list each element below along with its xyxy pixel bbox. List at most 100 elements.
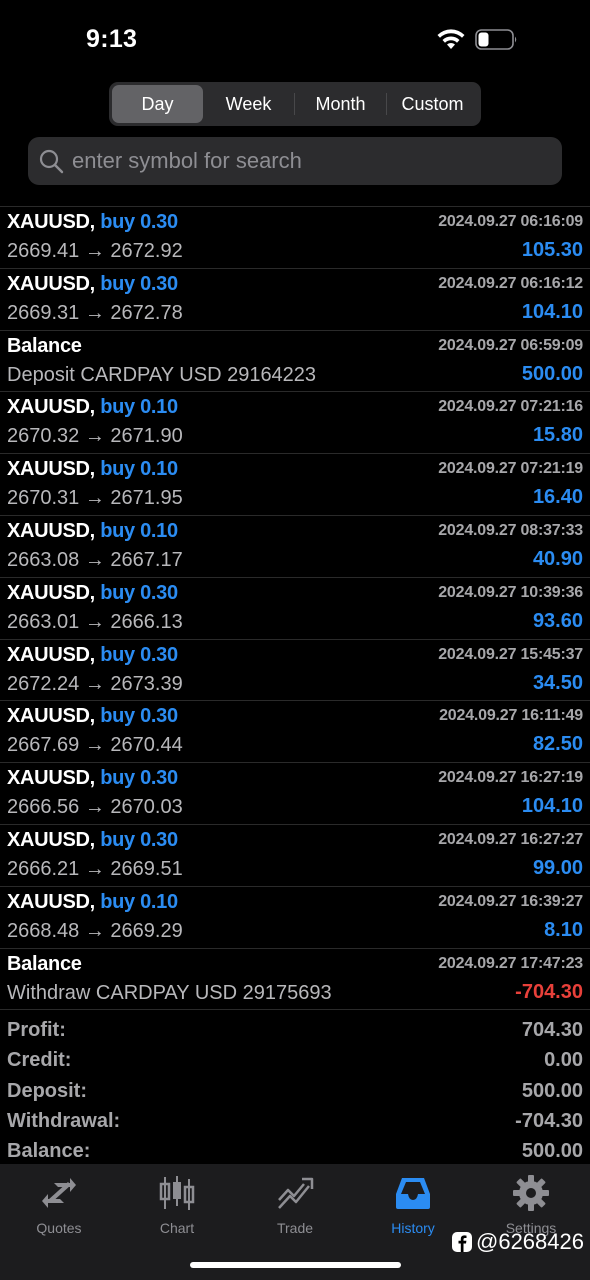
summary-value: -704.30: [515, 1109, 583, 1132]
summary-label: Balance:: [7, 1140, 91, 1163]
row-title: XAUUSD, buy 0.10: [7, 891, 178, 914]
row-title: XAUUSD, buy 0.30: [7, 705, 178, 728]
row-detail: 2670.32 → 2671.90: [7, 425, 183, 448]
history-row[interactable]: XAUUSD, buy 0.30 2024.09.27 16:27:19 266…: [0, 763, 590, 825]
summary-label: Credit:: [7, 1049, 72, 1072]
row-symbol: XAUUSD,: [7, 705, 95, 728]
row-title: XAUUSD, buy 0.10: [7, 458, 178, 481]
chart-icon: [159, 1176, 195, 1210]
segment-day[interactable]: Day: [112, 85, 203, 123]
summary-value: 500.00: [521, 1079, 583, 1102]
row-time: 2024.09.27 07:21:19: [438, 460, 583, 478]
row-title: XAUUSD, buy 0.30: [7, 829, 178, 852]
row-action: buy 0.10: [100, 519, 178, 542]
row-detail: 2672.24 → 2673.39: [7, 672, 183, 695]
status-time: 9:13: [86, 25, 138, 53]
row-symbol: XAUUSD,: [7, 643, 95, 666]
history-row[interactable]: XAUUSD, buy 0.10 2024.09.27 07:21:16 267…: [0, 392, 590, 455]
history-row[interactable]: XAUUSD, buy 0.30 2024.09.27 06:16:12 266…: [0, 269, 590, 331]
row-time: 2024.09.27 16:27:27: [438, 830, 583, 848]
tab-label: Trade: [276, 1220, 314, 1236]
history-row[interactable]: XAUUSD, buy 0.10 2024.09.27 08:37:33 266…: [0, 516, 590, 578]
history-row[interactable]: XAUUSD, buy 0.30 2024.09.27 15:45:37 267…: [0, 640, 590, 702]
row-profit: 500.00: [521, 362, 583, 385]
row-symbol: XAUUSD,: [7, 272, 95, 295]
row-profit: 82.50: [532, 733, 583, 756]
summary-profit: Profit: 704.30: [0, 1016, 590, 1046]
summary-value: 500.00: [521, 1140, 583, 1163]
row-time: 2024.09.27 08:37:33: [438, 521, 583, 539]
history-row[interactable]: XAUUSD, buy 0.30 2024.09.27 16:11:49 266…: [0, 701, 590, 764]
row-symbol: XAUUSD,: [7, 211, 95, 233]
row-symbol: XAUUSD,: [7, 890, 95, 913]
summary: Profit: 704.30 Credit: 0.00 Deposit: 500…: [0, 1016, 590, 1167]
row-action: buy 0.10: [100, 396, 178, 419]
row-detail: 2663.01 → 2666.13: [7, 610, 183, 633]
row-title: Balance: [7, 335, 82, 358]
row-profit: -704.30: [515, 980, 583, 1003]
row-profit: 34.50: [532, 671, 583, 694]
row-time: 2024.09.27 10:39:36: [438, 583, 583, 601]
history-row[interactable]: XAUUSD, buy 0.30 2024.09.27 16:27:27 266…: [0, 825, 590, 887]
history-row[interactable]: XAUUSD, buy 0.10 2024.09.27 16:39:27 266…: [0, 887, 590, 949]
status-bar: 9:13: [0, 0, 590, 80]
row-title: Balance: [7, 953, 82, 976]
history-row[interactable]: Balance 2024.09.27 06:59:09 Deposit CARD…: [0, 331, 590, 393]
search-bar: [28, 137, 562, 185]
row-title: XAUUSD, buy 0.30: [7, 211, 178, 234]
segment-week[interactable]: Week: [203, 85, 294, 123]
row-symbol: Balance: [7, 334, 82, 357]
row-title: XAUUSD, buy 0.30: [7, 767, 178, 790]
facebook-icon: [452, 1232, 472, 1252]
row-profit: 104.10: [521, 795, 583, 818]
gear-icon: [513, 1175, 549, 1211]
row-profit: 16.40: [532, 486, 583, 509]
watermark-handle: @6268426: [476, 1229, 584, 1254]
row-profit: 104.10: [521, 300, 583, 323]
row-time: 2024.09.27 16:39:27: [438, 892, 583, 910]
row-action: buy 0.30: [100, 211, 178, 233]
row-action: buy 0.30: [100, 272, 178, 295]
quotes-icon: [42, 1178, 76, 1208]
battery-icon: [475, 29, 517, 50]
summary-balance: Balance: 500.00: [0, 1137, 590, 1167]
row-detail: 2663.08 → 2667.17: [7, 548, 183, 571]
row-action: buy 0.30: [100, 767, 178, 790]
search-icon: [39, 149, 64, 174]
row-title: XAUUSD, buy 0.30: [7, 582, 178, 605]
row-action: buy 0.30: [100, 828, 178, 851]
tab-trade[interactable]: Trade: [236, 1174, 354, 1244]
row-detail: Withdraw CARDPAY USD 29175693: [7, 981, 332, 1004]
row-action: buy 0.30: [100, 643, 178, 666]
home-indicator[interactable]: [190, 1262, 401, 1268]
row-time: 2024.09.27 06:59:09: [438, 336, 583, 354]
tab-quotes[interactable]: Quotes: [0, 1174, 118, 1244]
summary-credit: Credit: 0.00: [0, 1046, 590, 1076]
history-row[interactable]: Balance 2024.09.27 17:47:23 Withdraw CAR…: [0, 949, 590, 1011]
row-detail: 2669.31 → 2672.78: [7, 301, 183, 324]
row-time: 2024.09.27 16:11:49: [439, 707, 583, 725]
row-action: buy 0.30: [100, 705, 178, 728]
row-title: XAUUSD, buy 0.30: [7, 644, 178, 667]
row-detail: 2667.69 → 2670.44: [7, 734, 183, 757]
search-input[interactable]: [72, 148, 562, 174]
summary-value: 704.30: [521, 1019, 583, 1041]
tab-chart[interactable]: Chart: [118, 1174, 236, 1244]
segment-custom[interactable]: Custom: [387, 85, 478, 123]
row-symbol: XAUUSD,: [7, 828, 95, 851]
row-detail: 2669.41 → 2672.92: [7, 240, 183, 262]
history-icon: [396, 1178, 430, 1209]
watermark: @6268426: [451, 1229, 584, 1255]
segment-month[interactable]: Month: [295, 85, 386, 123]
row-time: 2024.09.27 15:45:37: [438, 645, 583, 663]
summary-label: Profit:: [7, 1019, 66, 1041]
row-symbol: XAUUSD,: [7, 519, 95, 542]
history-row[interactable]: XAUUSD, buy 0.30 2024.09.27 10:39:36 266…: [0, 578, 590, 640]
history-row[interactable]: XAUUSD, buy 0.30 2024.09.27 06:16:09 266…: [0, 207, 590, 269]
row-profit: 105.30: [521, 239, 583, 261]
row-symbol: XAUUSD,: [7, 767, 95, 790]
history-list: XAUUSD, buy 0.30 2024.09.27 06:16:09 266…: [0, 206, 590, 1011]
summary-deposit: Deposit: 500.00: [0, 1077, 590, 1107]
history-row[interactable]: XAUUSD, buy 0.10 2024.09.27 07:21:19 267…: [0, 454, 590, 516]
row-profit: 8.10: [544, 918, 583, 941]
